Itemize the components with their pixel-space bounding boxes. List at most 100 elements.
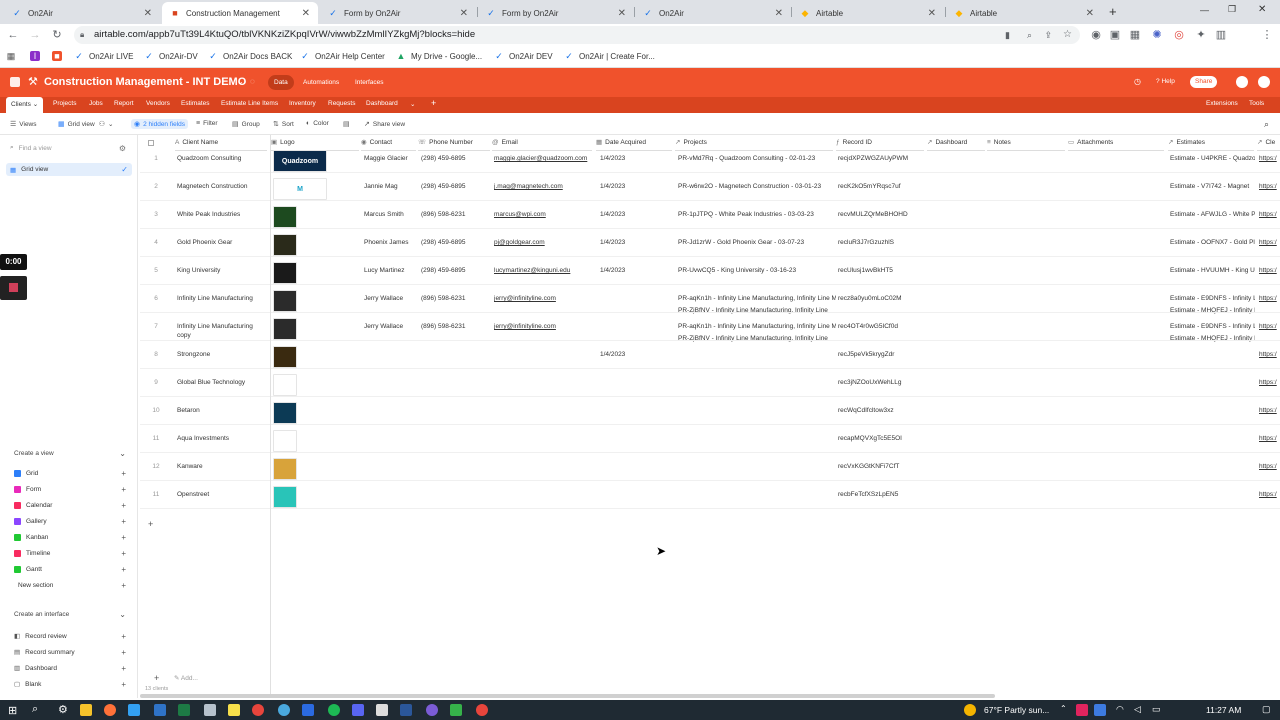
client-name-cell[interactable]: Betaron bbox=[177, 407, 267, 414]
row-height-icon[interactable]: ▤ bbox=[343, 120, 353, 128]
zoom-icon[interactable]: ⌕ bbox=[1027, 26, 1032, 44]
spotify-icon[interactable] bbox=[328, 704, 340, 716]
create-grid-view[interactable]: Grid + bbox=[14, 469, 134, 478]
minimize-icon[interactable]: — bbox=[1200, 5, 1209, 15]
tab-estimates[interactable]: Estimates bbox=[181, 100, 210, 107]
phone-cell[interactable]: (896) 598-6231 bbox=[421, 323, 491, 330]
row-number[interactable]: 9 bbox=[146, 379, 166, 386]
bookmark-my-drive[interactable]: ▲ My Drive - Google... bbox=[396, 51, 483, 61]
browser-tab-active[interactable]: ■ Construction Management ✕ bbox=[162, 2, 318, 24]
record-id-cell[interactable]: recluR3J7rGzuzhlS bbox=[838, 239, 924, 246]
project-link-cell[interactable]: PR-Jd1zrW - Gold Phoenix Gear - 03-07-23 bbox=[678, 239, 836, 246]
column-header-client-name[interactable]: A Client Name bbox=[175, 135, 267, 151]
column-header-cle[interactable]: ↗ Cle bbox=[1257, 135, 1280, 151]
windows-start-icon[interactable]: ⊞ bbox=[8, 704, 17, 717]
close-icon[interactable]: ✕ bbox=[775, 8, 783, 19]
record-id-cell[interactable]: recVxKGGtKNFi7CfT bbox=[838, 463, 924, 470]
logo-thumbnail[interactable]: M bbox=[273, 178, 327, 200]
logo-thumbnail[interactable] bbox=[273, 346, 297, 368]
tab-vendors[interactable]: Vendors bbox=[146, 100, 170, 107]
logo-thumbnail[interactable] bbox=[273, 458, 297, 480]
chrome-icon[interactable] bbox=[476, 704, 488, 716]
side-panel-icon[interactable]: ▥ bbox=[1214, 28, 1228, 42]
url-cell[interactable]: https:/ bbox=[1259, 351, 1280, 358]
interface-record-summary[interactable]: ▤ Record summary + bbox=[14, 648, 134, 657]
nav-interfaces[interactable]: Interfaces bbox=[355, 79, 384, 86]
share-view-button[interactable]: ↗ Share view bbox=[364, 120, 405, 129]
column-header-contact[interactable]: ◉ Contact bbox=[361, 135, 416, 151]
record-id-cell[interactable]: recJ5peVk5krygZdr bbox=[838, 351, 924, 358]
sidebar-view-grid[interactable]: ▦ Grid view ✓ bbox=[6, 163, 132, 176]
create-kanban-view[interactable]: Kanban + bbox=[14, 533, 134, 542]
restore-icon[interactable]: ❐ bbox=[1228, 4, 1236, 15]
tab-report[interactable]: Report bbox=[114, 100, 134, 107]
create-interface-heading[interactable]: Create an interface ⌄ bbox=[14, 610, 134, 619]
logo-thumbnail[interactable] bbox=[273, 234, 297, 256]
project-link-cell[interactable]: PR-aqKn1h - Infinity Line Manufacturing,… bbox=[678, 295, 836, 302]
project-link-cell[interactable]: PR-1pJTPQ - White Peak Industries - 03-0… bbox=[678, 211, 836, 218]
notification-center-icon[interactable]: ▢ bbox=[1262, 704, 1271, 715]
logo-thumbnail[interactable] bbox=[273, 262, 297, 284]
bookmark-on2air-dv[interactable]: ✓ On2Air-DV bbox=[144, 51, 197, 61]
sort-button[interactable]: ⇅ Sort bbox=[273, 120, 294, 129]
row-number[interactable]: 11 bbox=[146, 435, 166, 442]
close-icon[interactable]: ✕ bbox=[460, 8, 468, 19]
app-icon[interactable] bbox=[302, 704, 314, 716]
info-icon[interactable]: ◌ bbox=[250, 77, 255, 86]
record-id-cell[interactable]: recz8a0yu0mLoC02M bbox=[838, 295, 924, 302]
airtable-logo-icon[interactable] bbox=[10, 77, 20, 87]
group-button[interactable]: ▤ Group bbox=[232, 120, 260, 129]
email-cell[interactable]: lucymartinez@kinguni.edu bbox=[494, 267, 594, 274]
extension-icon[interactable]: ▣ bbox=[1108, 28, 1122, 42]
url-cell[interactable]: https:/ bbox=[1259, 491, 1280, 498]
close-icon[interactable]: ✕ bbox=[618, 8, 626, 19]
row-number[interactable]: 10 bbox=[146, 407, 166, 414]
volume-icon[interactable]: ◁ bbox=[1134, 704, 1141, 715]
browser-tab[interactable]: ✓ Form by On2Air ✕ bbox=[320, 2, 476, 24]
logo-thumbnail[interactable] bbox=[273, 206, 297, 228]
chrome-icon[interactable] bbox=[252, 704, 264, 716]
browser-tab[interactable]: ◆ Airtable ✕ bbox=[792, 2, 944, 24]
record-id-cell[interactable]: recvMULZQrMeBHOHD bbox=[838, 211, 924, 218]
discord-icon[interactable] bbox=[352, 704, 364, 716]
url-cell[interactable]: https:/ bbox=[1259, 155, 1280, 162]
app-icon[interactable] bbox=[426, 704, 438, 716]
project-link-cell[interactable]: PR-aqKn1h - Infinity Line Manufacturing,… bbox=[678, 323, 836, 330]
estimate-link-cell[interactable]: Estimate - HVUUMH - King U bbox=[1170, 267, 1255, 274]
tab-jobs[interactable]: Jobs bbox=[89, 100, 103, 107]
nav-data[interactable]: Data bbox=[268, 75, 294, 90]
settings-icon[interactable]: ⚙ bbox=[58, 703, 68, 716]
column-header-date-acquired[interactable]: ▦ Date Acquired bbox=[596, 135, 672, 151]
app-icon[interactable] bbox=[376, 704, 388, 716]
url-cell[interactable]: https:/ bbox=[1259, 211, 1280, 218]
account-avatar[interactable] bbox=[1258, 76, 1270, 88]
column-header-attachments[interactable]: ▭ Attachments bbox=[1068, 135, 1164, 151]
file-explorer-icon[interactable] bbox=[80, 704, 92, 716]
chevron-up-icon[interactable]: ⌃ bbox=[1060, 704, 1067, 713]
row-number[interactable]: 4 bbox=[146, 239, 166, 246]
share-button[interactable]: Share bbox=[1190, 76, 1218, 88]
url-cell[interactable]: https:/ bbox=[1259, 407, 1280, 414]
logo-thumbnail[interactable] bbox=[273, 318, 297, 340]
bookmark-on2air-live[interactable]: ✓ On2Air LIVE bbox=[74, 51, 133, 61]
add-table-icon[interactable]: + bbox=[431, 98, 436, 108]
browser-tab[interactable]: ✓ Form by On2Air ✕ bbox=[478, 2, 634, 24]
email-cell[interactable]: maggie.glacier@quadzoom.com bbox=[494, 155, 594, 162]
bookmark-docs-back[interactable]: ✓ On2Air Docs BACK bbox=[208, 51, 292, 61]
estimate-link-cell[interactable]: Estimate - OOFNX7 - Gold Pl bbox=[1170, 239, 1255, 246]
bookmark-star-icon[interactable]: ☆ bbox=[1063, 26, 1072, 44]
phone-cell[interactable]: (298) 459-6895 bbox=[421, 239, 491, 246]
tab-estimate-line-items[interactable]: Estimate Line Items bbox=[221, 100, 278, 107]
url-cell[interactable]: https:/ bbox=[1259, 183, 1280, 190]
phone-cell[interactable]: (896) 598-6231 bbox=[421, 211, 491, 218]
vscode-icon[interactable] bbox=[154, 704, 166, 716]
stop-recording-button[interactable] bbox=[0, 276, 27, 300]
record-id-cell[interactable]: recWqCdIfcltow3xz bbox=[838, 407, 924, 414]
date-acquired-cell[interactable]: 1/4/2023 bbox=[600, 155, 670, 162]
bookmark-create-form[interactable]: ✓ On2Air | Create For... bbox=[564, 51, 655, 61]
estimate-link-cell[interactable]: Estimate - U4PKRE - Quadzo bbox=[1170, 155, 1255, 162]
date-acquired-cell[interactable]: 1/4/2023 bbox=[600, 351, 670, 358]
column-header-record-id[interactable]: ƒ Record ID bbox=[836, 135, 924, 151]
tab-projects[interactable]: Projects bbox=[53, 100, 76, 107]
row-number[interactable]: 3 bbox=[146, 211, 166, 218]
